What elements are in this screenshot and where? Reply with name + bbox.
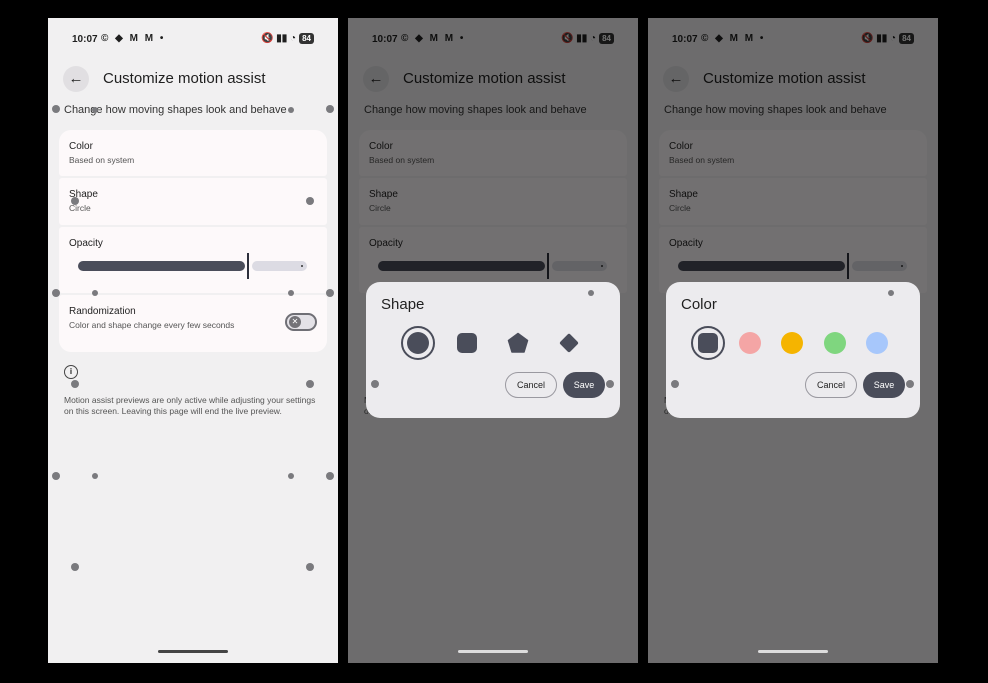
shape-option-diamond[interactable] [552,326,586,360]
shape-setting[interactable]: Shape Circle [59,178,327,225]
motion-dot [92,473,98,479]
cancel-button[interactable]: Cancel [805,372,857,398]
gesture-navbar[interactable] [758,650,828,653]
motion-dot [288,473,294,479]
randomization-setting[interactable]: Randomization Color and shape change eve… [59,295,327,352]
system-icons: 🔇 ▮▮ ◔84 [261,33,314,44]
settings-screen: 10:07 © ◆ M M • 🔇 ▮▮ ◔ 84 ← Customize mot… [48,18,338,663]
motion-dot [306,380,314,388]
color-dialog: Color Cancel Save [666,282,920,418]
opacity-slider-track[interactable] [78,261,245,271]
motion-dot [326,472,334,480]
save-button[interactable]: Save [563,372,605,398]
gesture-navbar[interactable] [458,650,528,653]
color-option-2[interactable] [733,326,767,360]
motion-dot [888,290,894,296]
shape-option-circle[interactable] [401,326,435,360]
shape-dialog: Shape Cancel Save [366,282,620,418]
color-value: Based on system [69,155,135,165]
color-swatch [866,332,888,354]
motion-dot [671,380,679,388]
motion-dot [906,380,914,388]
motion-dot [92,107,98,113]
motion-dot [288,107,294,113]
pentagon-icon [507,332,529,353]
motion-dot [52,289,60,297]
save-button[interactable]: Save [863,372,905,398]
close-icon: ✕ [289,316,301,328]
motion-dot [52,472,60,480]
color-label: Color [69,141,93,152]
motion-dot [606,380,614,388]
randomization-toggle[interactable]: ✕ [285,313,317,331]
color-option-5[interactable] [860,326,894,360]
back-arrow-icon[interactable]: ← [63,66,89,92]
opacity-label: Opacity [69,238,103,249]
motion-dot [326,105,334,113]
randomization-description: Color and shape change every few seconds [69,320,235,330]
motion-dot [71,563,79,571]
motion-dot [288,290,294,296]
motion-dot [71,197,79,205]
shape-option-pentagon[interactable] [501,326,535,360]
battery-icon: 84 [299,33,314,44]
color-setting[interactable]: Color Based on system [59,130,327,176]
color-option-3[interactable] [775,326,809,360]
info-icon: i [64,365,78,379]
randomization-label: Randomization [69,306,136,317]
motion-dot [306,563,314,571]
color-swatch [739,332,761,354]
square-icon [457,333,477,353]
motion-dot [371,380,379,388]
color-option-4[interactable] [818,326,852,360]
shape-option-square[interactable] [450,326,484,360]
diamond-icon [559,333,579,353]
motion-dot [71,380,79,388]
status-bar: 10:07 © ◆ M M • 🔇 ▮▮ ◔84 [48,18,338,58]
color-dialog-screen: 10:07 © ◆ M M • 🔇 ▮▮ ◔84 ← Customize mot… [648,18,938,663]
motion-dot [92,290,98,296]
color-swatch [781,332,803,354]
dialog-title: Color [681,296,717,313]
info-note: Motion assist previews are only active w… [64,395,316,416]
motion-dot [588,290,594,296]
motion-dot [306,197,314,205]
circle-icon [407,332,429,354]
shape-dialog-screen: 10:07 © ◆ M M • 🔇 ▮▮ ◔84 ← Customize mot… [348,18,638,663]
page-title: Customize motion assist [103,70,266,87]
color-option-1[interactable] [691,326,725,360]
dialog-title: Shape [381,296,425,313]
color-swatch [698,333,718,353]
gesture-navbar[interactable] [158,650,228,653]
status-time: 10:07 [72,34,98,45]
motion-dot [52,105,60,113]
color-swatch [824,332,846,354]
notification-icons: © ◆ M M • [101,33,166,44]
motion-dot [326,289,334,297]
opacity-setting: Opacity [59,227,327,293]
cancel-button[interactable]: Cancel [505,372,557,398]
opacity-slider-thumb[interactable] [247,253,249,279]
opacity-slider-remaining[interactable] [252,261,307,271]
